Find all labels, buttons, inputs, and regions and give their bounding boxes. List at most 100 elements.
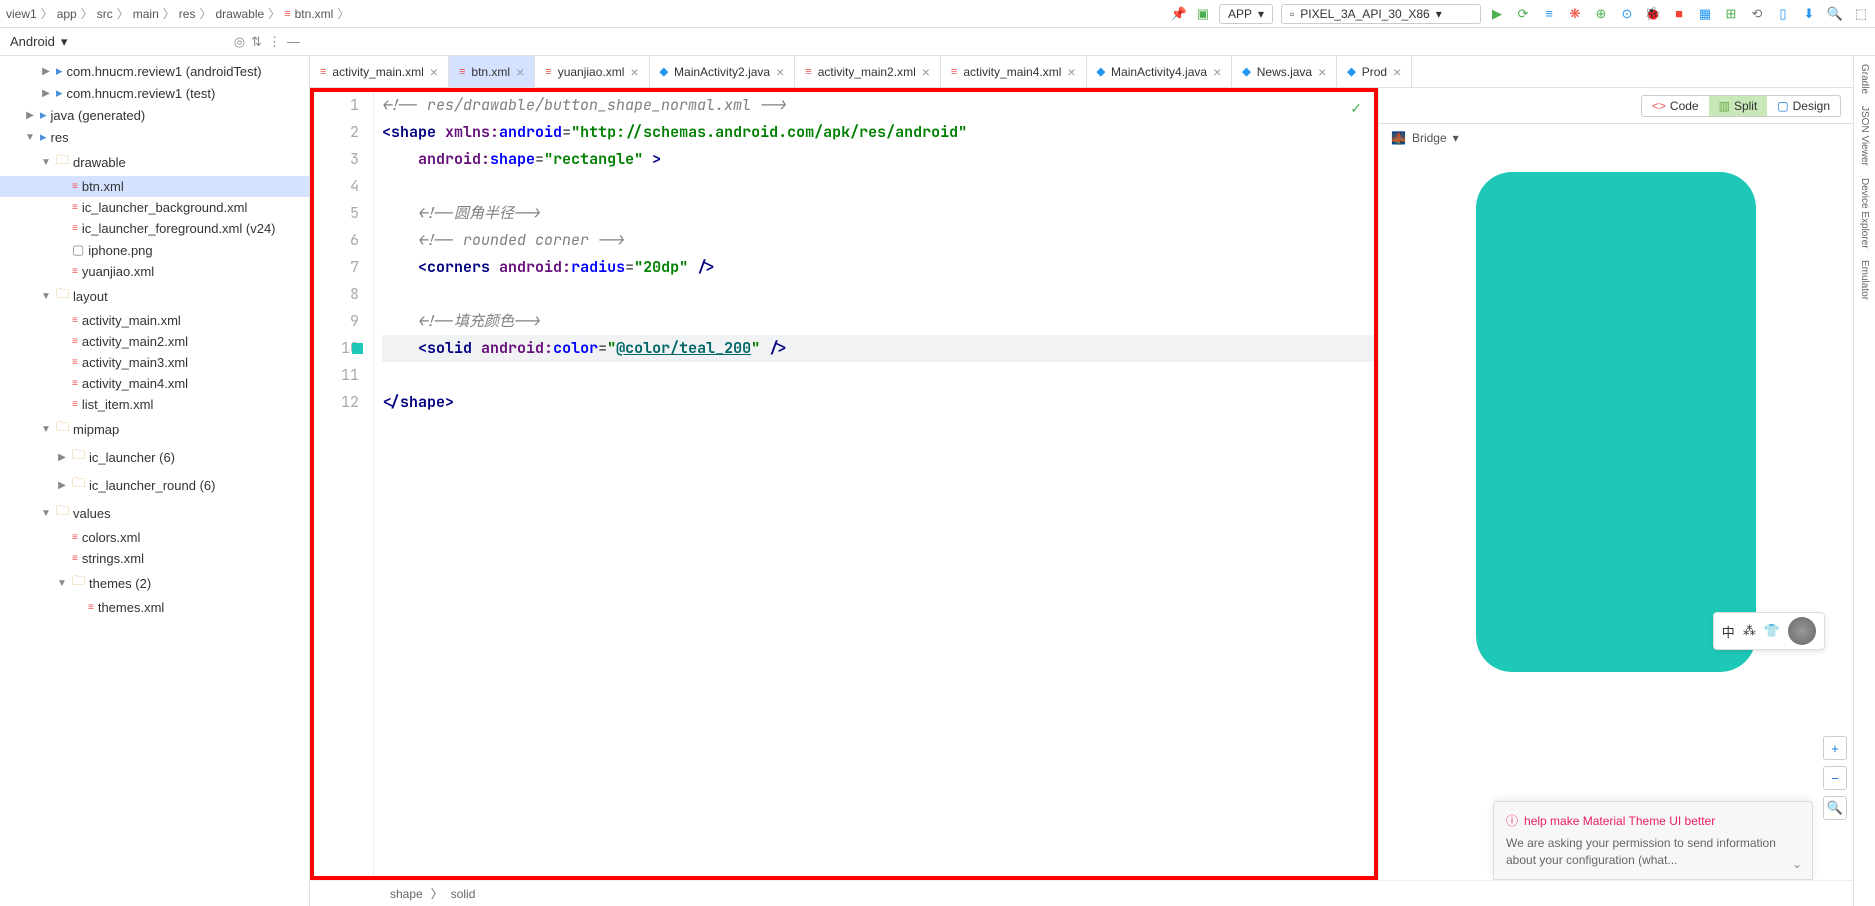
ime-lang[interactable]: 中	[1722, 622, 1735, 641]
tree-item[interactable]: ▼▸res	[0, 126, 309, 148]
sync-icon[interactable]: ⟲	[1749, 6, 1765, 22]
chevron-down-icon[interactable]: ▾	[61, 34, 68, 50]
tree-item[interactable]: ≡btn.xml	[0, 176, 309, 197]
attach-icon[interactable]: ⊙	[1619, 6, 1635, 22]
breadcrumb-segment[interactable]: src	[97, 7, 113, 21]
editor-tab[interactable]: ≡yuanjiao.xml×	[535, 56, 649, 87]
close-icon[interactable]: ×	[922, 64, 930, 80]
sdk-icon[interactable]: ⬇	[1801, 6, 1817, 22]
line-number[interactable]: 9	[314, 308, 359, 335]
close-icon[interactable]: ×	[1213, 64, 1221, 80]
code-line[interactable]: <shape xmlns:android="http://schemas.and…	[382, 119, 1374, 146]
tree-item[interactable]: ▼🗀values	[0, 499, 309, 527]
tool-window-tab[interactable]: Gradle	[1859, 64, 1870, 94]
breadcrumb-segment[interactable]: shape	[390, 887, 423, 901]
tree-arrow-icon[interactable]: ▼	[56, 578, 68, 589]
breadcrumb[interactable]: view1〉app〉src〉main〉res〉drawable〉≡btn.xml…	[6, 5, 349, 22]
zoom-out-button[interactable]: −	[1823, 766, 1847, 790]
tool-window-tab[interactable]: Emulator	[1859, 260, 1870, 300]
coverage-icon[interactable]: ❋	[1567, 6, 1583, 22]
code-line[interactable]: <!--填充颜色-->	[382, 308, 1374, 335]
breadcrumb-segment[interactable]: view1	[6, 7, 37, 21]
breadcrumb-segment[interactable]: drawable	[215, 7, 264, 21]
editor-tab[interactable]: ◆News.java×	[1232, 56, 1337, 87]
tree-item[interactable]: ▼🗀mipmap	[0, 415, 309, 443]
tree-item[interactable]: ≡activity_main3.xml	[0, 352, 309, 373]
tree-item[interactable]: ≡strings.xml	[0, 548, 309, 569]
line-number[interactable]: 11	[314, 362, 359, 389]
code-line[interactable]: <!-- rounded corner -->	[382, 227, 1374, 254]
tree-item[interactable]: ▶🗀ic_launcher_round (6)	[0, 471, 309, 499]
line-number[interactable]: 1	[314, 92, 359, 119]
close-icon[interactable]: ×	[516, 64, 524, 80]
code-line[interactable]: <solid android:color="@color/teal_200" /…	[382, 335, 1374, 362]
tree-item[interactable]: ≡themes.xml	[0, 597, 309, 618]
line-number[interactable]: 8	[314, 281, 359, 308]
tree-arrow-icon[interactable]: ▶	[24, 110, 36, 121]
editor-tab[interactable]: ≡activity_main.xml×	[310, 56, 449, 87]
close-icon[interactable]: ×	[1067, 64, 1075, 80]
device-dropdown[interactable]: ▫ PIXEL_3A_API_30_X86 ▾	[1281, 4, 1481, 24]
tree-item[interactable]: ≡ic_launcher_background.xml	[0, 197, 309, 218]
tree-item[interactable]: ≡list_item.xml	[0, 394, 309, 415]
close-icon[interactable]: ×	[1393, 64, 1401, 80]
ime-symbol[interactable]: ⁂	[1743, 623, 1756, 639]
project-tree[interactable]: ▶▸com.hnucm.review1 (androidTest)▶▸com.h…	[0, 56, 310, 906]
tree-item[interactable]: ▼🗀drawable	[0, 148, 309, 176]
more-icon[interactable]: ⋮	[268, 34, 281, 50]
tree-item[interactable]: ≡colors.xml	[0, 527, 309, 548]
tree-arrow-icon[interactable]: ▼	[40, 424, 52, 435]
android-icon[interactable]: ▣	[1195, 6, 1211, 22]
line-number[interactable]: 4	[314, 173, 359, 200]
tree-item[interactable]: ≡activity_main2.xml	[0, 331, 309, 352]
zoom-in-button[interactable]: +	[1823, 736, 1847, 760]
line-number[interactable]: 5	[314, 200, 359, 227]
view-mode-code[interactable]: <> Code	[1642, 96, 1709, 116]
hide-icon[interactable]: —	[287, 34, 300, 49]
tree-arrow-icon[interactable]: ▶	[40, 88, 52, 99]
avd-icon[interactable]: ▯	[1775, 6, 1791, 22]
tree-item[interactable]: ▶▸com.hnucm.review1 (test)	[0, 82, 309, 104]
breadcrumb-segment[interactable]: app	[57, 7, 77, 21]
chevron-down-icon[interactable]: ▾	[1453, 131, 1459, 145]
editor-tab[interactable]: ◆Prod×	[1337, 56, 1412, 87]
line-number[interactable]: 10	[314, 335, 359, 362]
ime-floating-toolbar[interactable]: 中 ⁂ 👕	[1713, 612, 1825, 650]
code-line[interactable]	[382, 281, 1374, 308]
breadcrumb-segment[interactable]: btn.xml	[295, 7, 334, 21]
tree-item[interactable]: ≡activity_main4.xml	[0, 373, 309, 394]
line-number[interactable]: 3	[314, 146, 359, 173]
code-line[interactable]: <corners android:radius="20dp" />	[382, 254, 1374, 281]
tree-item[interactable]: ▶🗀ic_launcher (6)	[0, 443, 309, 471]
tree-arrow-icon[interactable]: ▶	[56, 452, 68, 463]
expand-icon[interactable]: ⇅	[251, 34, 262, 50]
debug-icon[interactable]: ≡	[1541, 6, 1557, 22]
editor-breadcrumb[interactable]: shape〉solid	[310, 880, 1853, 906]
breadcrumb-segment[interactable]: res	[179, 7, 196, 21]
tree-item[interactable]: ≡activity_main.xml	[0, 310, 309, 331]
line-gutter[interactable]: 123456789101112	[314, 92, 374, 876]
line-number[interactable]: 2	[314, 119, 359, 146]
close-icon[interactable]: ×	[1318, 64, 1326, 80]
design-canvas[interactable]: 中 ⁂ 👕 + − 🔍	[1379, 152, 1853, 880]
pin-icon[interactable]: 📌	[1171, 6, 1187, 22]
tree-item[interactable]: ▼🗀layout	[0, 282, 309, 310]
editor-tab[interactable]: ≡btn.xml×	[449, 56, 535, 87]
table-icon[interactable]: ⊞	[1723, 6, 1739, 22]
tree-item[interactable]: ▼🗀themes (2)	[0, 569, 309, 597]
tree-item[interactable]: ▢iphone.png	[0, 239, 309, 261]
code-line[interactable]	[382, 362, 1374, 389]
tree-item[interactable]: ≡ic_launcher_foreground.xml (v24)	[0, 218, 309, 239]
breadcrumb-segment[interactable]: solid	[451, 887, 476, 901]
tree-arrow-icon[interactable]: ▼	[40, 291, 52, 302]
zoom-fit-button[interactable]: 🔍	[1823, 796, 1847, 820]
code-content[interactable]: <!-- res/drawable/button_shape_normal.xm…	[374, 92, 1374, 876]
close-icon[interactable]: ×	[430, 64, 438, 80]
ime-shirt-icon[interactable]: 👕	[1764, 623, 1780, 639]
tree-arrow-icon[interactable]: ▶	[56, 480, 68, 491]
notification-popup[interactable]: ⓘhelp make Material Theme UI better We a…	[1493, 801, 1813, 880]
line-number[interactable]: 6	[314, 227, 359, 254]
line-number[interactable]: 7	[314, 254, 359, 281]
run-config-dropdown[interactable]: APP ▾	[1219, 4, 1273, 24]
editor-tab[interactable]: ≡activity_main4.xml×	[941, 56, 1087, 87]
